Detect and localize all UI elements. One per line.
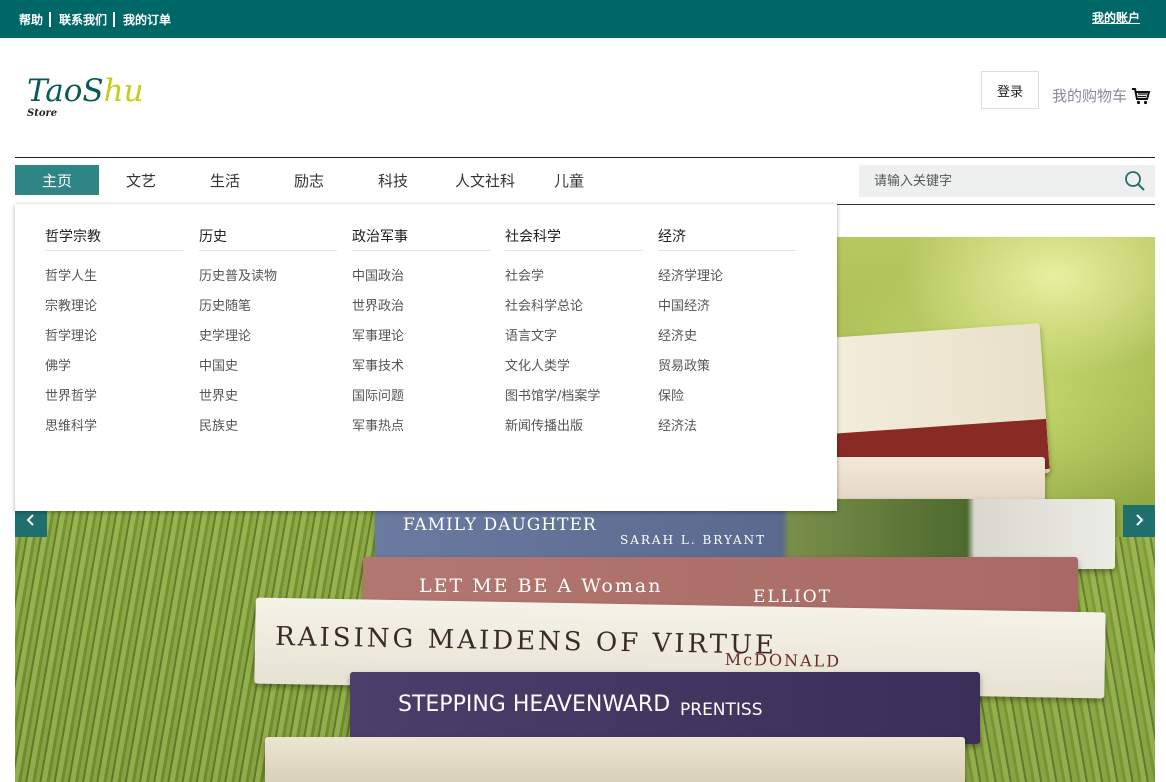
category-column: 经济 经济学理论 中国经济 经济史 贸易政策 保险 经济法 (658, 226, 796, 442)
category-link[interactable]: 宗教理论 (45, 292, 183, 322)
category-link[interactable]: 佛学 (45, 352, 183, 382)
category-link[interactable]: 历史随笔 (199, 292, 337, 322)
nav-item-humanities[interactable]: 人文社科 (435, 165, 535, 195)
book-author: SARAH L. BRYANT (620, 533, 767, 547)
category-link[interactable]: 新闻传播出版 (505, 412, 643, 442)
account-link[interactable]: 我的账户 (1092, 9, 1140, 26)
contact-link[interactable]: 联系我们 (59, 11, 107, 28)
category-link[interactable]: 军事热点 (352, 412, 490, 442)
book-spine: STEPPING HEAVENWARD PRENTISS (350, 672, 980, 744)
category-link[interactable]: 贸易政策 (658, 352, 796, 382)
category-link[interactable]: 经济学理论 (658, 262, 796, 292)
category-heading[interactable]: 经济 (658, 226, 796, 251)
nav-item-technology[interactable]: 科技 (351, 165, 435, 195)
search-input[interactable] (859, 165, 1109, 197)
book-author: PRENTISS (680, 700, 763, 720)
category-link[interactable]: 图书馆学/档案学 (505, 382, 643, 412)
book-author: ELLIOT (753, 587, 832, 607)
category-link[interactable]: 思维科学 (45, 412, 183, 442)
category-link[interactable]: 哲学理论 (45, 322, 183, 352)
category-link[interactable]: 民族史 (199, 412, 337, 442)
login-button[interactable]: 登录 (981, 71, 1039, 109)
logo-text-primary: TaoS (27, 73, 104, 109)
top-links: 帮助 联系我们 我的订单 (19, 0, 171, 38)
category-column: 哲学宗教 哲学人生 宗教理论 哲学理论 佛学 世界哲学 思维科学 (45, 226, 183, 442)
category-link[interactable]: 军事理论 (352, 322, 490, 352)
category-heading[interactable]: 政治军事 (352, 226, 490, 251)
category-link[interactable]: 经济法 (658, 412, 796, 442)
category-link[interactable]: 哲学人生 (45, 262, 183, 292)
category-heading[interactable]: 社会科学 (505, 226, 643, 251)
top-bar: 帮助 联系我们 我的订单 我的账户 (0, 0, 1166, 38)
category-column: 历史 历史普及读物 历史随笔 史学理论 中国史 世界史 民族史 (199, 226, 337, 442)
orders-link[interactable]: 我的订单 (123, 11, 171, 28)
category-link[interactable]: 语言文字 (505, 322, 643, 352)
category-heading[interactable]: 历史 (199, 226, 337, 251)
category-link[interactable]: 国际问题 (352, 382, 490, 412)
category-link[interactable]: 经济史 (658, 322, 796, 352)
logo[interactable]: TaoShu Store (27, 72, 144, 119)
divider (49, 11, 52, 27)
category-dropdown: 哲学宗教 哲学人生 宗教理论 哲学理论 佛学 世界哲学 思维科学 历史 历史普及… (15, 204, 837, 511)
category-heading[interactable]: 哲学宗教 (45, 226, 183, 251)
book-spine (265, 737, 965, 782)
search-icon[interactable] (1124, 170, 1146, 192)
nav-divider (15, 157, 1155, 158)
chevron-left-icon (24, 512, 38, 531)
main-nav: 主页 文艺 生活 励志 科技 人文社科 儿童 (15, 165, 603, 195)
nav-item-children[interactable]: 儿童 (535, 165, 603, 195)
nav-item-life[interactable]: 生活 (183, 165, 267, 195)
help-link[interactable]: 帮助 (19, 11, 43, 28)
book-title: RAISING MAIDENS OF VIRTUE (274, 621, 778, 661)
carousel-next-button[interactable] (1123, 505, 1155, 537)
nav-item-literature[interactable]: 文艺 (99, 165, 183, 195)
category-link[interactable]: 历史普及读物 (199, 262, 337, 292)
cart-icon (1131, 86, 1151, 106)
category-link[interactable]: 世界哲学 (45, 382, 183, 412)
category-link[interactable]: 史学理论 (199, 322, 337, 352)
category-link[interactable]: 世界政治 (352, 292, 490, 322)
cart-label: 我的购物车 (1052, 87, 1128, 105)
cart-link[interactable]: 我的购物车 (1052, 85, 1151, 106)
chevron-right-icon (1132, 512, 1146, 531)
book-author: McDONALD (724, 649, 842, 671)
category-link[interactable]: 文化人类学 (505, 352, 643, 382)
category-link[interactable]: 中国史 (199, 352, 337, 382)
category-link[interactable]: 保险 (658, 382, 796, 412)
category-link[interactable]: 社会科学总论 (505, 292, 643, 322)
category-link[interactable]: 中国政治 (352, 262, 490, 292)
divider (113, 11, 116, 27)
category-column: 社会科学 社会学 社会科学总论 语言文字 文化人类学 图书馆学/档案学 新闻传播… (505, 226, 643, 442)
category-link[interactable]: 军事技术 (352, 352, 490, 382)
logo-text-accent: hu (103, 73, 144, 109)
category-link[interactable]: 世界史 (199, 382, 337, 412)
category-link[interactable]: 中国经济 (658, 292, 796, 322)
book-title: FAMILY DAUGHTER (403, 515, 597, 535)
nav-item-inspiration[interactable]: 励志 (267, 165, 351, 195)
nav-bottom-divider (837, 204, 1155, 205)
search-box (859, 165, 1155, 197)
nav-item-home[interactable]: 主页 (15, 165, 99, 195)
book-title: STEPPING HEAVENWARD (398, 692, 671, 717)
category-column: 政治军事 中国政治 世界政治 军事理论 军事技术 国际问题 军事热点 (352, 226, 490, 442)
book-title: LET ME BE A Woman (419, 575, 663, 597)
category-link[interactable]: 社会学 (505, 262, 643, 292)
